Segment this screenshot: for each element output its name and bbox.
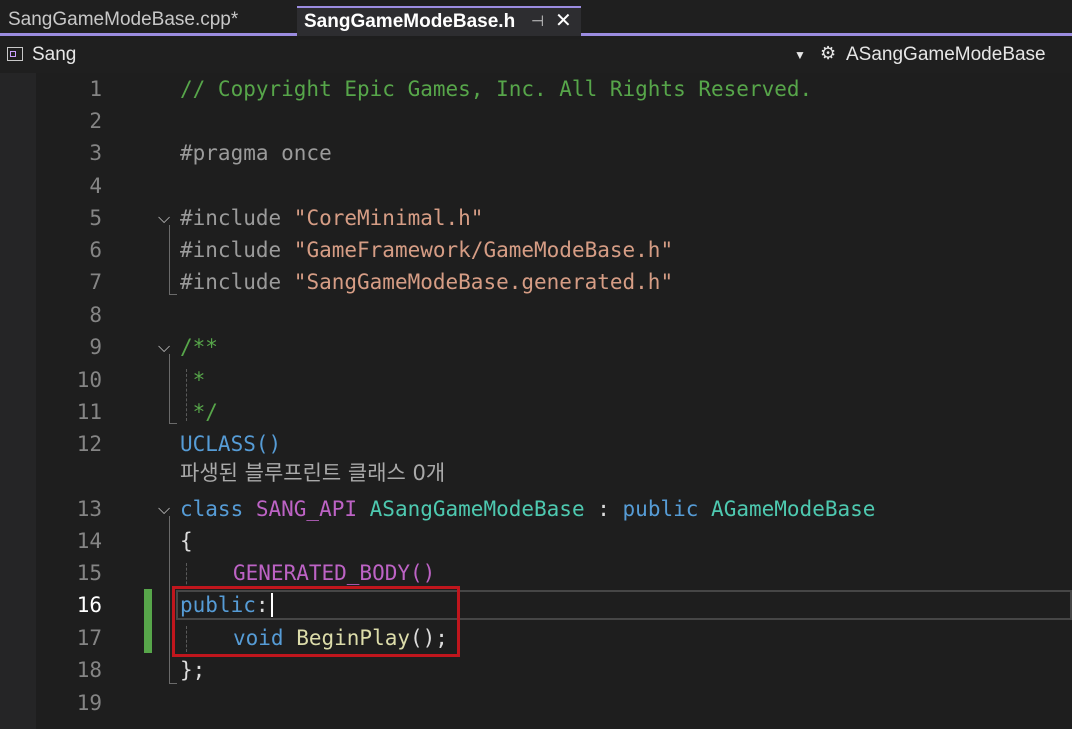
code-line-7: #include "SangGameModeBase.generated.h" [180, 270, 674, 294]
line-number: 2 [89, 109, 102, 133]
tab-label: SangGameModeBase.cpp* [8, 9, 239, 30]
tab-label: SangGameModeBase.h [304, 11, 516, 32]
code-line-1: // Copyright Epic Games, Inc. All Rights… [180, 77, 813, 101]
line-number: 15 [76, 561, 102, 585]
fold-guide [169, 683, 177, 684]
fold-guide [169, 294, 177, 295]
navigation-bar: Sang ▼ ⚙ ASangGameModeBase [0, 39, 1072, 73]
code-line-6: #include "GameFramework/GameModeBase.h" [180, 238, 674, 262]
class-icon: ⚙ [820, 43, 837, 63]
fold-guide [169, 225, 170, 295]
line-number: 9 [89, 335, 102, 359]
code-line-10: * [180, 368, 206, 392]
line-number: 14 [76, 529, 102, 553]
tab-sanggamemodebase-cpp[interactable]: SangGameModeBase.cpp* [0, 6, 292, 36]
fold-guide [169, 354, 170, 424]
project-icon [7, 47, 23, 61]
code-line-13: class SANG_API ASangGameModeBase : publi… [180, 497, 876, 521]
class-scope-label: ASangGameModeBase [846, 44, 1046, 65]
line-number: 4 [89, 174, 102, 198]
code-line-12: UCLASS() [180, 432, 282, 456]
line-number: 10 [76, 368, 102, 392]
line-number: 17 [76, 626, 102, 650]
line-number: 18 [76, 658, 102, 682]
close-icon[interactable]: ✕ [555, 7, 572, 35]
line-number: 3 [89, 141, 102, 165]
code-line-15: GENERATED_BODY() [233, 561, 436, 585]
line-number: 19 [76, 691, 102, 715]
line-number: 8 [89, 303, 102, 327]
code-line-18: }; [180, 658, 206, 682]
line-number: 7 [89, 270, 102, 294]
fold-guide [169, 423, 177, 424]
line-number: 12 [76, 432, 102, 456]
line-number: 11 [76, 400, 102, 424]
code-line-9: /** [180, 335, 218, 359]
fold-guide [169, 516, 170, 684]
tab-sanggamemodebase-h[interactable]: SangGameModeBase.h ⊣ ✕ [297, 6, 581, 36]
tab-bar: SangGameModeBase.cpp* SangGameModeBase.h… [0, 0, 1072, 36]
line-number: 6 [89, 238, 102, 262]
code-line-3: #pragma once [180, 141, 332, 165]
annotation-highlight-box [172, 586, 460, 657]
indicator-margin [0, 73, 36, 729]
codelens-derived-blueprints[interactable]: 파생된 블루프린트 클래스 0개 [180, 459, 445, 487]
project-label: Sang [32, 44, 77, 65]
pin-icon[interactable]: ⊣ [531, 8, 544, 36]
code-line-14: { [180, 529, 193, 553]
code-line-11: */ [180, 400, 218, 424]
line-number-current: 16 [76, 593, 102, 617]
line-number: 13 [76, 497, 102, 521]
change-indicator [144, 589, 152, 653]
code-line-5: #include "CoreMinimal.h" [180, 206, 484, 230]
line-number: 1 [89, 77, 102, 101]
chevron-down-icon[interactable]: ▼ [794, 48, 806, 62]
code-editor[interactable]: 1 2 3 4 5 6 7 8 9 10 11 12 13 14 15 16 1… [0, 73, 1072, 729]
line-number: 5 [89, 206, 102, 230]
